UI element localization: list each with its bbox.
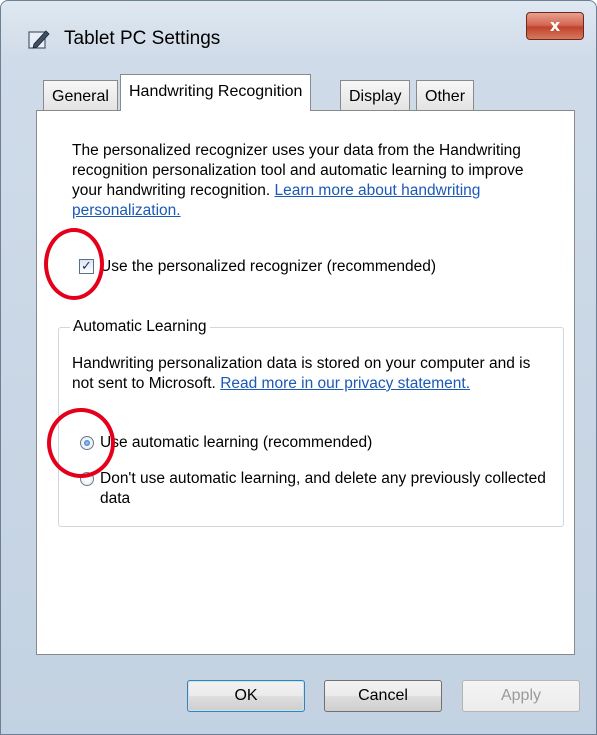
recognizer-description: The personalized recognizer uses your da…	[72, 141, 542, 221]
tab-general[interactable]: General	[43, 80, 118, 110]
tab-display[interactable]: Display	[340, 80, 411, 110]
ok-button[interactable]: OK	[187, 680, 305, 712]
cancel-button[interactable]: Cancel	[324, 680, 442, 712]
title-bar[interactable]: Tablet PC Settings	[0, 0, 597, 70]
annotation-circle-radio	[47, 408, 115, 478]
close-button[interactable]: x	[526, 12, 584, 40]
tablet-pen-icon	[28, 30, 50, 49]
privacy-statement-link[interactable]: Read more in our privacy statement.	[220, 375, 470, 392]
automatic-learning-group-label: Automatic Learning	[70, 318, 210, 336]
automatic-learning-description: Handwriting personalization data is stor…	[72, 354, 552, 394]
tab-handwriting-recognition[interactable]: Handwriting Recognition	[120, 74, 312, 111]
tab-other[interactable]: Other	[416, 80, 475, 110]
dont-use-automatic-learning-label[interactable]: Don't use automatic learning, and delete…	[100, 469, 550, 509]
window-title: Tablet PC Settings	[64, 28, 221, 49]
use-automatic-learning-label[interactable]: Use automatic learning (recommended)	[100, 433, 372, 453]
close-icon: x	[549, 16, 561, 35]
personalized-recognizer-label[interactable]: Use the personalized recognizer (recomme…	[100, 258, 436, 276]
annotation-circle-checkbox	[44, 228, 104, 300]
apply-button[interactable]: Apply	[462, 680, 580, 712]
